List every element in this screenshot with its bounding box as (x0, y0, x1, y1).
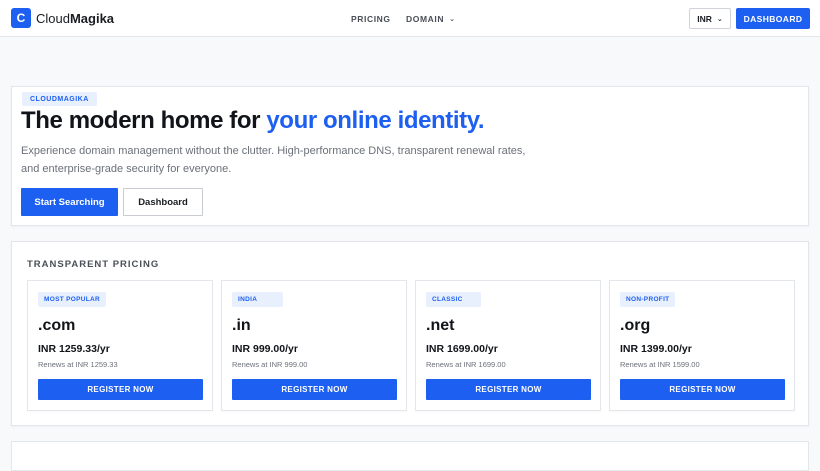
brand-logo[interactable]: C CloudMagika (11, 8, 114, 28)
card-tag: NON-PROFIT (620, 292, 676, 307)
card-renewal: Renews at INR 1259.33 (38, 360, 118, 369)
card-price: INR 1699.00/yr (426, 343, 498, 355)
card-renewal: Renews at INR 1599.00 (620, 360, 700, 369)
nav-domain-dropdown[interactable]: DOMAIN ⌄ (406, 0, 456, 37)
logo-mark-icon: C (11, 8, 31, 28)
chevron-down-icon: ⌄ (716, 15, 723, 23)
card-tag: INDIA (232, 292, 284, 307)
hero-title: The modern home for your online identity… (21, 107, 485, 135)
card-tld: .net (426, 317, 455, 334)
nav-pricing-link[interactable]: PRICING (351, 0, 391, 37)
hero-badge: CLOUDMAGIKA (22, 92, 97, 106)
hero-dashboard-button[interactable]: Dashboard (123, 188, 203, 216)
pricing-card-net: CLASSIC .net INR 1699.00/yr Renews at IN… (415, 280, 601, 411)
card-tld: .org (620, 317, 651, 334)
card-price: INR 999.00/yr (232, 343, 298, 355)
top-navbar: C CloudMagika PRICING DOMAIN ⌄ INR ⌄ DASHB… (0, 0, 820, 37)
card-price: INR 1259.33/yr (38, 343, 110, 355)
register-now-button[interactable]: REGISTER NOW (232, 379, 397, 400)
register-now-button[interactable]: REGISTER NOW (38, 379, 203, 400)
pricing-card-com: MOST POPULAR .com INR 1259.33/yr Renews … (27, 280, 213, 411)
card-price: INR 1399.00/yr (620, 343, 692, 355)
start-searching-button[interactable]: Start Searching (21, 188, 118, 216)
nav-domain-label: DOMAIN (406, 13, 445, 24)
next-section (11, 441, 809, 471)
card-tld: .com (38, 317, 76, 334)
pricing-section: TRANSPARENT PRICING MOST POPULAR .com IN… (11, 241, 809, 426)
card-tag: CLASSIC (426, 292, 481, 307)
pricing-card-in: INDIA .in INR 999.00/yr Renews at INR 99… (221, 280, 407, 411)
hero-section: CLOUDMAGIKA The modern home for your onl… (11, 86, 809, 226)
brand-name-bold: Magika (69, 10, 115, 26)
card-tag: MOST POPULAR (38, 292, 106, 307)
currency-label: INR (697, 13, 712, 24)
hero-title-accent: your online identity. (266, 107, 485, 134)
chevron-down-icon: ⌄ (449, 15, 456, 23)
card-tld: .in (232, 317, 251, 334)
hero-description: Experience domain management without the… (21, 145, 526, 175)
dashboard-button[interactable]: DASHBOARD (736, 8, 810, 29)
brand-name: CloudMagika (36, 11, 114, 26)
pricing-title: TRANSPARENT PRICING (27, 259, 160, 270)
card-renewal: Renews at INR 999.00 (232, 360, 308, 369)
hero-title-plain: The modern home for (21, 107, 267, 134)
brand-name-light: Cloud (36, 10, 70, 26)
register-now-button[interactable]: REGISTER NOW (620, 379, 785, 400)
register-now-button[interactable]: REGISTER NOW (426, 379, 591, 400)
currency-selector[interactable]: INR ⌄ (689, 8, 731, 29)
card-renewal: Renews at INR 1699.00 (426, 360, 506, 369)
pricing-card-org: NON-PROFIT .org INR 1399.00/yr Renews at… (609, 280, 795, 411)
